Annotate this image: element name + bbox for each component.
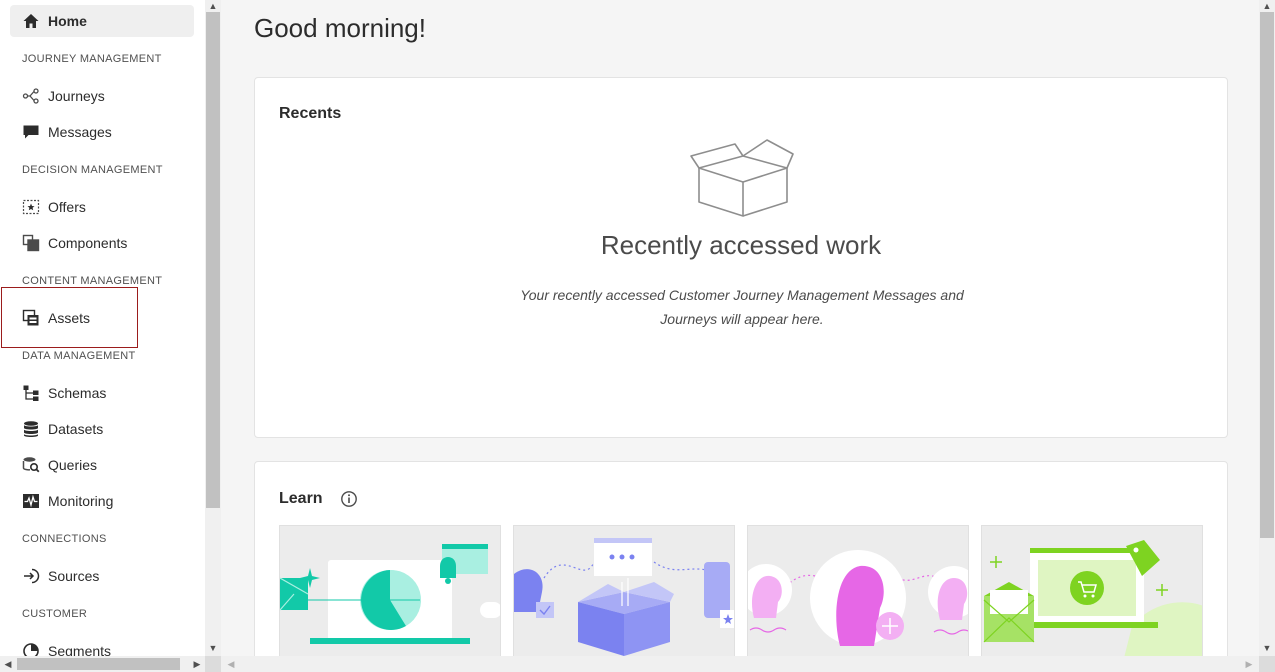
scroll-up-arrow-icon[interactable]: ▲ xyxy=(1259,0,1275,12)
section-decision-management: DECISION MANAGEMENT xyxy=(22,164,163,176)
sidebar-item-label: Components xyxy=(48,235,128,251)
section-content-management: CONTENT MANAGEMENT xyxy=(22,275,163,287)
analytics-illustration-icon xyxy=(280,544,500,644)
journeys-icon xyxy=(22,87,40,105)
section-customer: CUSTOMER xyxy=(22,608,88,620)
scroll-down-arrow-icon[interactable]: ▼ xyxy=(1259,642,1275,654)
scroll-right-arrow-icon[interactable]: ▶ xyxy=(189,658,205,670)
learn-card: Learn xyxy=(254,461,1228,656)
sidebar-item-home[interactable]: Home xyxy=(10,5,194,37)
database-icon xyxy=(22,420,40,438)
sidebar-item-label: Offers xyxy=(48,199,86,215)
recents-empty-description: Your recently accessed Customer Journey … xyxy=(520,287,964,327)
recents-title: Recents xyxy=(279,105,342,122)
home-icon xyxy=(22,12,40,30)
sidebar-item-messages[interactable]: Messages xyxy=(10,116,194,148)
sidebar-item-monitoring[interactable]: Monitoring xyxy=(10,485,194,517)
learn-tile-offers[interactable] xyxy=(513,525,735,656)
message-bubble-icon xyxy=(22,123,40,141)
learn-tile-profiles[interactable] xyxy=(747,525,969,656)
sidebar-item-segments[interactable]: Segments xyxy=(10,635,194,656)
scrollbar-thumb[interactable] xyxy=(206,12,220,508)
sidebar-item-label: Home xyxy=(48,13,87,29)
schemas-icon xyxy=(22,384,40,402)
sidebar-item-components[interactable]: Components xyxy=(10,227,194,259)
empty-box-icon xyxy=(690,139,794,217)
scroll-left-arrow-icon[interactable]: ◀ xyxy=(223,658,239,670)
info-icon[interactable] xyxy=(340,490,358,508)
sidebar: Home JOURNEY MANAGEMENT Journeys Message… xyxy=(0,0,205,656)
query-icon xyxy=(22,456,40,474)
learn-title: Learn xyxy=(279,490,323,507)
sidebar-item-label: Segments xyxy=(48,643,112,656)
sidebar-item-queries[interactable]: Queries xyxy=(10,449,194,481)
profile-illustration-icon xyxy=(748,550,968,646)
main-vertical-scrollbar[interactable]: ▲ ▼ xyxy=(1259,0,1275,656)
scrollbar-corner xyxy=(1259,656,1275,672)
sidebar-item-datasets[interactable]: Datasets xyxy=(10,413,194,445)
sidebar-item-label: Messages xyxy=(48,124,112,140)
sidebar-horizontal-scrollbar[interactable]: ◀ ▶ xyxy=(0,656,205,672)
commerce-illustration-icon xyxy=(983,540,1202,656)
section-data-management: DATA MANAGEMENT xyxy=(22,350,136,362)
main-horizontal-scrollbar[interactable]: ◀ ▶ xyxy=(221,656,1259,672)
sidebar-item-label: Datasets xyxy=(48,421,104,437)
sidebar-item-offers[interactable]: Offers xyxy=(10,191,194,223)
sidebar-item-sources[interactable]: Sources xyxy=(10,560,194,592)
section-connections: CONNECTIONS xyxy=(22,533,107,545)
recents-empty-heading: Recently accessed work xyxy=(600,230,882,260)
scroll-down-arrow-icon[interactable]: ▼ xyxy=(205,642,221,654)
sidebar-item-label: Queries xyxy=(48,457,98,473)
sidebar-item-journeys[interactable]: Journeys xyxy=(10,80,194,112)
scroll-up-arrow-icon[interactable]: ▲ xyxy=(205,0,221,12)
offer-box-illustration-icon xyxy=(514,538,734,656)
scroll-left-arrow-icon[interactable]: ◀ xyxy=(0,658,16,670)
sidebar-item-label: Journeys xyxy=(48,88,105,104)
page-greeting: Good morning! xyxy=(254,13,426,43)
main-content: Good morning! Recents Recently accessed … xyxy=(221,0,1259,656)
sources-icon xyxy=(22,567,40,585)
sidebar-item-schemas[interactable]: Schemas xyxy=(10,377,194,409)
components-icon xyxy=(22,234,40,252)
learn-tile-commerce[interactable] xyxy=(981,525,1203,656)
sidebar-item-label: Monitoring xyxy=(48,493,114,509)
scrollbar-corner xyxy=(205,656,221,672)
sidebar-item-label: Sources xyxy=(48,568,100,584)
sidebar-item-label: Schemas xyxy=(48,385,107,401)
scrollbar-thumb[interactable] xyxy=(1260,12,1274,538)
section-journey-management: JOURNEY MANAGEMENT xyxy=(22,53,162,65)
recents-card: Recents Recently accessed work Your rece… xyxy=(254,77,1228,438)
scrollbar-thumb[interactable] xyxy=(17,658,180,670)
sidebar-vertical-scrollbar[interactable]: ▲ ▼ xyxy=(205,0,221,656)
segments-icon xyxy=(22,642,40,656)
monitoring-icon xyxy=(22,492,40,510)
assets-highlight-box xyxy=(1,287,138,348)
scroll-right-arrow-icon[interactable]: ▶ xyxy=(1241,658,1257,670)
learn-tile-analytics[interactable] xyxy=(279,525,501,656)
offers-icon xyxy=(22,198,40,216)
